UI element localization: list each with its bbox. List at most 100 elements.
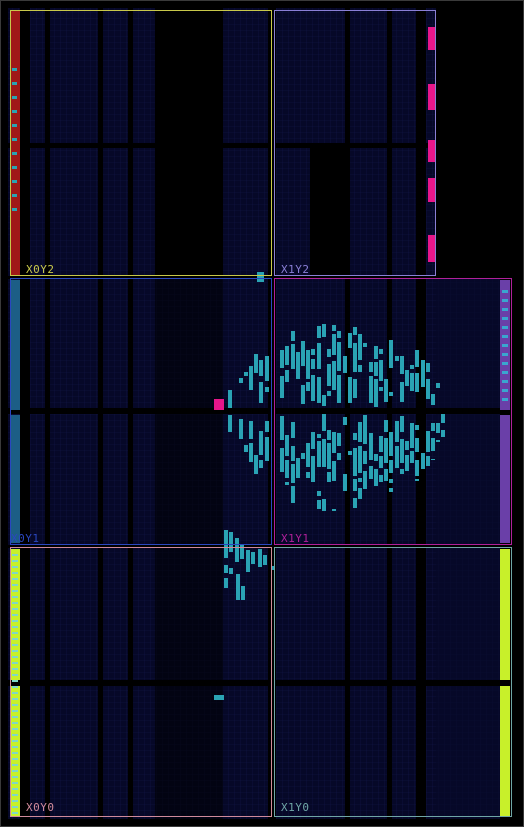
- placed-cell: [337, 433, 341, 446]
- placed-cell: [421, 360, 425, 387]
- placed-cell: [379, 475, 383, 482]
- placed-cell: [263, 555, 267, 565]
- placed-cell: [291, 446, 295, 461]
- placed-cell: [395, 446, 399, 468]
- io-pin: [12, 572, 18, 574]
- placed-cell: [306, 443, 310, 467]
- placed-cell: [400, 439, 404, 463]
- placed-cell: [327, 364, 331, 386]
- placed-cell: [389, 479, 393, 483]
- placed-cell: [254, 354, 258, 373]
- placed-cell: [384, 469, 388, 481]
- io-pin: [502, 371, 508, 374]
- placed-cell: [332, 461, 336, 481]
- device-fabric: [436, 278, 500, 819]
- placed-cell: [322, 439, 326, 467]
- io-pin: [12, 608, 18, 610]
- placed-cell: [426, 456, 430, 466]
- placed-cell: [431, 438, 435, 451]
- placed-cell: [441, 414, 445, 423]
- io-highlight: [428, 178, 436, 202]
- placed-cell: [296, 352, 300, 379]
- placed-cell: [400, 416, 404, 432]
- io-pin: [12, 752, 18, 754]
- placed-cell: [337, 375, 341, 403]
- hard-block: [310, 148, 345, 276]
- io-pin: [12, 776, 18, 778]
- io-pin: [12, 82, 17, 85]
- io-pin: [12, 758, 18, 760]
- placed-cell: [285, 435, 289, 456]
- device-canvas[interactable]: [0, 0, 524, 827]
- placed-cell: [405, 370, 409, 386]
- io-pin: [12, 638, 18, 640]
- placed-cell: [291, 331, 295, 341]
- placed-cell: [348, 333, 352, 348]
- placed-cell: [301, 385, 305, 404]
- io-pin: [12, 560, 18, 562]
- placed-cell: [415, 350, 419, 367]
- io-pin: [12, 584, 18, 586]
- placed-cell: [384, 420, 388, 432]
- placed-cell: [436, 423, 440, 433]
- region-label-x0y0: X0Y0: [26, 801, 55, 814]
- placed-cell: [410, 451, 414, 463]
- placed-cell: [363, 415, 367, 444]
- placed-cell: [415, 438, 419, 452]
- placed-cell: [291, 486, 295, 503]
- placed-cell: [285, 460, 289, 478]
- io-pin: [12, 740, 18, 742]
- placed-cell: [337, 331, 341, 338]
- placed-cell: [322, 414, 326, 431]
- row-gap: [8, 143, 516, 148]
- placed-cell: [249, 443, 253, 462]
- placed-cell: [265, 437, 269, 461]
- placed-cell: [353, 343, 357, 372]
- io-pin: [12, 698, 18, 700]
- placed-cell: [353, 379, 357, 398]
- io-bank-left-mid-a: [10, 280, 20, 410]
- placed-cell: [322, 499, 326, 511]
- placed-cell: [353, 448, 357, 476]
- placed-cell: [214, 695, 224, 700]
- placed-cell: [265, 421, 269, 432]
- placed-cell: [405, 441, 409, 450]
- placed-cell: [363, 343, 367, 347]
- placed-cell: [358, 365, 362, 372]
- region-label-x0y1: X0Y1: [11, 532, 40, 545]
- placed-cell: [384, 438, 388, 463]
- io-pin: [12, 110, 17, 113]
- placed-cell: [400, 469, 404, 474]
- placed-cell: [224, 565, 228, 573]
- fabric-layer: [8, 8, 516, 819]
- placed-cell: [311, 375, 315, 401]
- placed-cell: [327, 472, 331, 482]
- placed-cell: [280, 376, 284, 398]
- placed-cell: [374, 346, 378, 359]
- io-pin: [12, 578, 18, 580]
- device-view[interactable]: X0Y2 X1Y2 X0Y1 X1Y1 X0Y0 X1Y0: [0, 0, 524, 827]
- io-pin: [12, 710, 18, 712]
- io-pin: [12, 626, 18, 628]
- placed-cell: [426, 363, 430, 372]
- io-pin: [12, 208, 17, 211]
- io-pin: [12, 614, 18, 616]
- placed-cell: [317, 500, 321, 509]
- io-pin: [12, 602, 18, 604]
- placed-cell: [363, 471, 367, 489]
- placed-cell: [306, 382, 310, 391]
- placed-cell: [337, 342, 341, 371]
- placed-cell: [353, 479, 357, 491]
- placed-cell: [431, 394, 435, 405]
- placed-cell: [410, 423, 414, 448]
- io-bank-right-bottom-b: [500, 686, 510, 816]
- io-pin: [12, 166, 17, 169]
- placed-cell: [246, 566, 250, 572]
- placed-cell: [415, 460, 419, 476]
- placed-cell: [389, 392, 393, 396]
- placed-cell: [228, 390, 232, 408]
- io-pin: [12, 566, 18, 568]
- placed-cell: [259, 431, 263, 455]
- placed-cell: [337, 453, 341, 460]
- placed-cell: [441, 430, 445, 437]
